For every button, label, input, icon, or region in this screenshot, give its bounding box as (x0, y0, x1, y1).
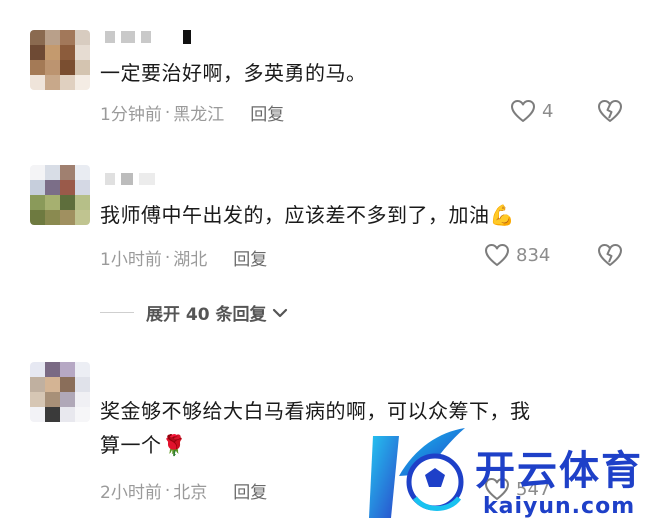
avatar[interactable] (30, 165, 90, 225)
location: 北京 (173, 483, 208, 503)
broken-heart-icon (598, 244, 622, 266)
comment-meta: 2小时前 · 北京 回复 (100, 478, 267, 504)
comment-text-body: 我师傅中午出发的，应该差不多到了，加油 (100, 203, 490, 227)
kaiyun-logo-icon (369, 428, 465, 518)
avatar[interactable] (30, 362, 90, 422)
expand-replies-button[interactable]: 展开 40 条回复 (100, 300, 289, 325)
dislike-button[interactable] (597, 99, 623, 125)
separator: · (164, 247, 171, 268)
comment-text-line-2: 算一个 (100, 433, 162, 457)
watermark-subtitle: kaiyun.com (483, 494, 636, 519)
flexed-biceps-emoji: 💪 (489, 203, 515, 227)
separator: · (164, 480, 171, 501)
like-button[interactable]: 4 (510, 99, 553, 123)
username-blurred[interactable] (105, 28, 191, 46)
broken-heart-icon (598, 100, 622, 122)
expand-replies-label: 展开 40 条回复 (146, 305, 267, 325)
separator: · (164, 102, 171, 123)
location: 湖北 (173, 250, 208, 270)
chevron-down-icon (272, 308, 287, 317)
divider-line (100, 312, 134, 313)
like-count: 834 (516, 244, 551, 266)
like-button[interactable]: 834 (484, 243, 550, 267)
comment-meta: 1分钟前 · 黑龙江 回复 (100, 100, 284, 126)
like-count: 4 (542, 100, 554, 122)
timestamp: 1分钟前 (100, 105, 162, 125)
timestamp: 1小时前 (100, 250, 162, 270)
avatar[interactable] (30, 30, 90, 90)
kaiyun-watermark: 开云体育 kaiyun.com (365, 418, 650, 531)
heart-outline-icon (511, 100, 535, 122)
location: 黑龙江 (173, 105, 225, 125)
comment-text: 一定要治好啊，多英勇的马。 (100, 61, 367, 85)
comment-text: 我师傅中午出发的，应该差不多到了，加油💪 (100, 200, 620, 230)
reply-button[interactable]: 回复 (233, 478, 267, 503)
rose-emoji: 🌹 (161, 433, 187, 457)
comment-meta: 1小时前 · 湖北 回复 (100, 245, 267, 271)
dislike-button[interactable] (597, 243, 623, 269)
timestamp: 2小时前 (100, 483, 162, 503)
heart-outline-icon (485, 244, 509, 266)
reply-button[interactable]: 回复 (233, 245, 267, 270)
watermark-title: 开云体育 (475, 448, 643, 494)
username-blurred[interactable] (105, 170, 155, 188)
reply-button[interactable]: 回复 (250, 100, 284, 125)
